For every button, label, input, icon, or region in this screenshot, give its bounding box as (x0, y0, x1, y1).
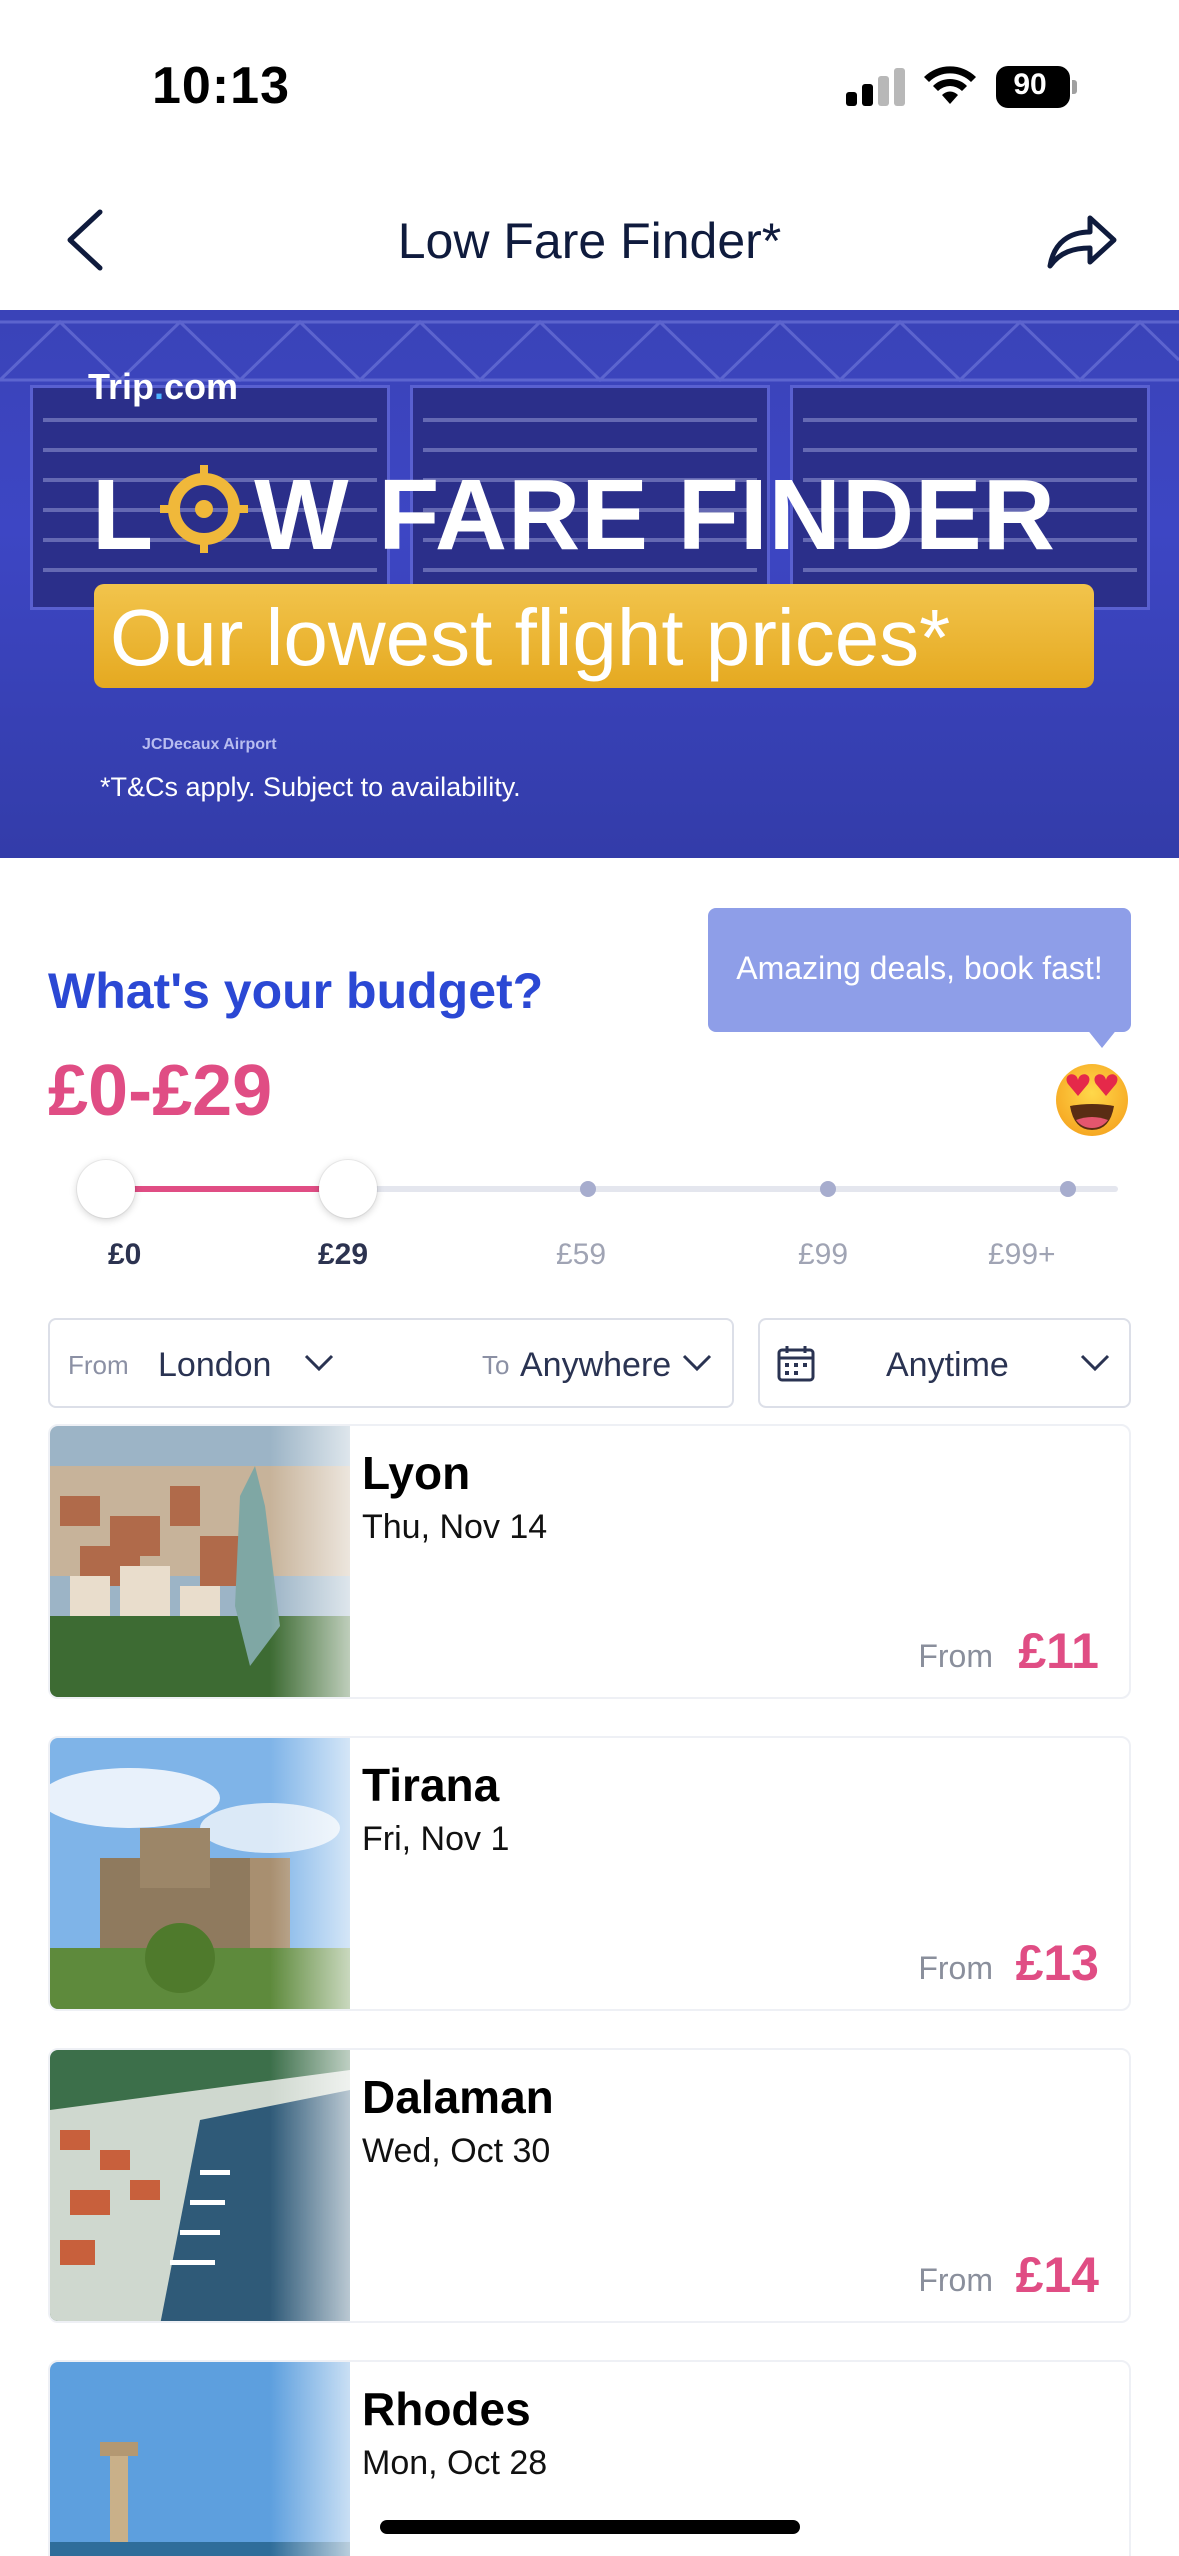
slider-knob[interactable] (77, 1160, 135, 1218)
slider-stop (820, 1181, 836, 1197)
deals-tooltip: Amazing deals, book fast! (708, 908, 1131, 1048)
to-value[interactable]: Anywhere (520, 1346, 671, 1385)
chevron-down-icon[interactable] (1078, 1350, 1112, 1376)
home-indicator[interactable] (380, 2520, 800, 2534)
to-label: To (482, 1350, 510, 1380)
deal-card[interactable]: Tirana Fri, Nov 1 From £13 (48, 1736, 1131, 2011)
banner-subheadline-box: Our lowest flight prices* (94, 584, 1094, 688)
deal-from-label: From (918, 1950, 993, 1986)
slider-tick-label: £59 (556, 1238, 607, 1271)
deal-price: £11 (1018, 1623, 1099, 1679)
deal-price: £13 (1015, 1935, 1099, 1991)
deal-city: Dalaman (362, 2071, 554, 2123)
from-value[interactable]: London (158, 1346, 271, 1385)
deal-from-label: From (918, 2262, 993, 2298)
slider-stop (1060, 1181, 1076, 1197)
deal-price: £14 (1015, 2247, 1099, 2303)
route-filter[interactable]: From London To Anywhere (48, 1318, 734, 1408)
deal-card[interactable]: Lyon Thu, Nov 14 From £11 (48, 1424, 1131, 1699)
page-title: Low Fare Finder* (397, 213, 782, 269)
budget-slider[interactable] (48, 1150, 1148, 1230)
slider-tick-label: £99+ (988, 1238, 1056, 1271)
banner-headline: L W FARE FINDER (92, 459, 1056, 571)
budget-question: What's your budget? (48, 963, 544, 1019)
from-label: From (68, 1350, 129, 1380)
slider-tick-label: £99 (798, 1238, 849, 1271)
promo-banner[interactable]: Trip.com L W FARE FINDER Our lowest flig… (0, 310, 1179, 858)
cellular-signal-icon (846, 66, 906, 106)
banner-disclaimer: *T&Cs apply. Subject to availability. (100, 772, 521, 802)
deal-date: Mon, Oct 28 (362, 2444, 548, 2482)
budget-range-value: £0-£29 (48, 1051, 273, 1131)
deal-city: Rhodes (362, 2383, 531, 2435)
share-arrow-icon[interactable] (1040, 206, 1120, 276)
deal-card[interactable]: Dalaman Wed, Oct 30 From £14 (48, 2048, 1131, 2323)
tooltip-text: Amazing deals, book fast! (736, 950, 1103, 986)
crosshair-o-icon (158, 463, 250, 555)
chevron-down-icon[interactable] (680, 1350, 714, 1376)
slider-tick-label: £29 (318, 1238, 369, 1271)
slider-fill (106, 1186, 348, 1192)
deal-city: Lyon (362, 1447, 471, 1499)
slider-stop (580, 1181, 596, 1197)
deal-from-label: From (918, 1638, 993, 1674)
slider-tick-label: £0 (108, 1238, 142, 1271)
deal-date: Wed, Oct 30 (362, 2132, 551, 2170)
status-time: 10:13 (152, 57, 290, 115)
deal-date: Fri, Nov 1 (362, 1820, 510, 1858)
heart-eyes-emoji-icon (1056, 1064, 1128, 1136)
date-value: Anytime (886, 1346, 1009, 1384)
wifi-icon (924, 66, 976, 104)
deal-date: Thu, Nov 14 (362, 1508, 548, 1546)
trip-com-logo: Trip.com (88, 366, 239, 407)
date-filter[interactable]: Anytime (758, 1318, 1131, 1408)
calendar-icon (777, 1346, 815, 1382)
nav-bar: Low Fare Finder* (0, 170, 1179, 310)
battery-icon: 90 (996, 66, 1077, 108)
deal-city: Tirana (362, 1759, 500, 1811)
banner-subheadline: Our lowest flight prices* (110, 593, 951, 682)
airport-tag: JCDecaux Airport (142, 736, 277, 753)
battery-level: 90 (1013, 68, 1047, 101)
chevron-down-icon[interactable] (302, 1350, 336, 1376)
slider-knob[interactable] (319, 1160, 377, 1218)
status-bar: 10:13 90 (0, 0, 1179, 170)
